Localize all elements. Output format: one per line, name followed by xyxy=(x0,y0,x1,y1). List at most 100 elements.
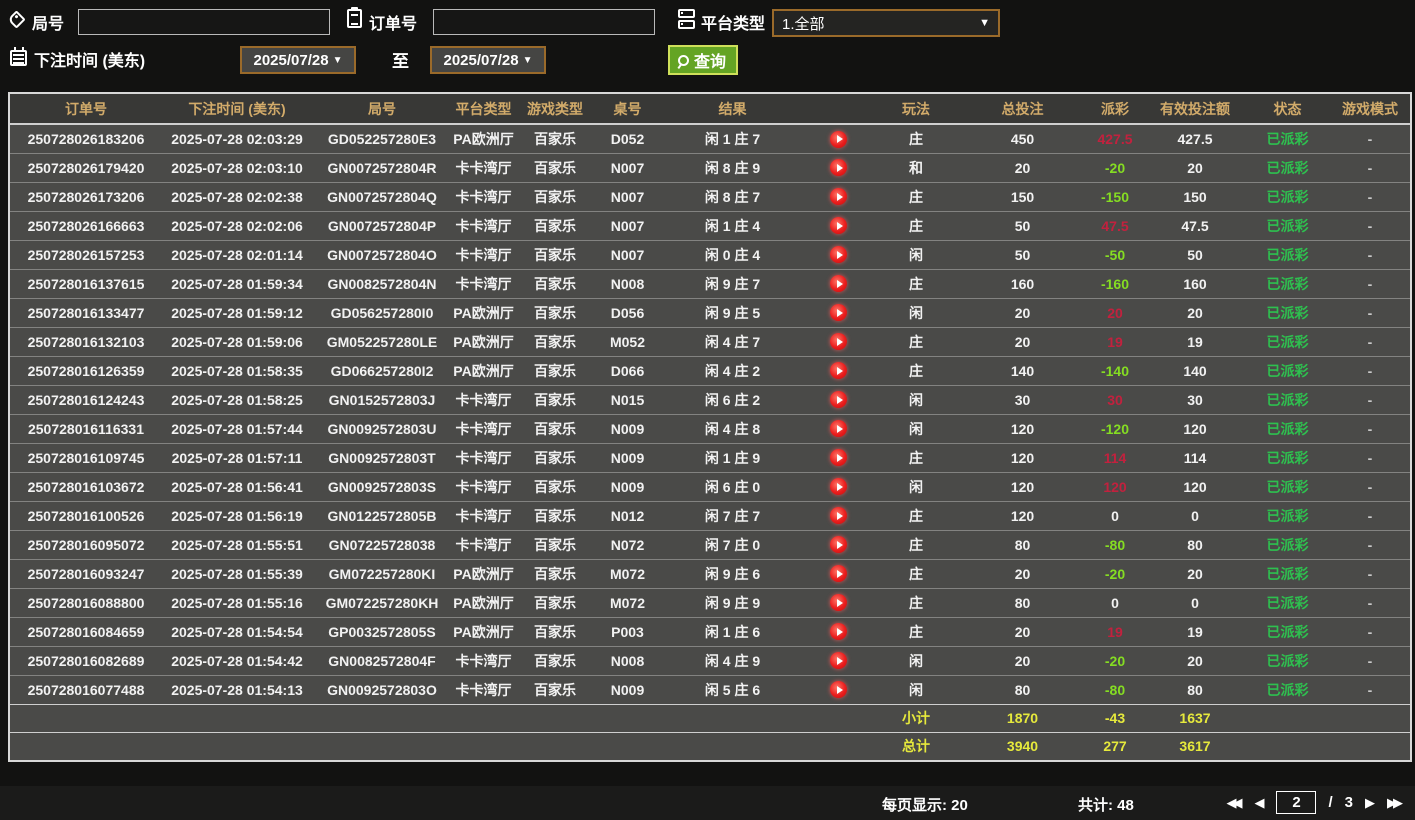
cell-platform-type: 卡卡湾厅 xyxy=(455,159,512,176)
cell-game-mode: - xyxy=(1367,130,1373,147)
play-video-icon[interactable] xyxy=(830,304,847,322)
cell-order-number: 250728016084659 xyxy=(27,623,145,640)
play-video-icon[interactable] xyxy=(830,652,847,670)
play-video-icon[interactable] xyxy=(830,246,847,264)
cell-result: 闲 7 庄 0 xyxy=(704,536,761,553)
table-row: 250728016126359 2025-07-28 01:58:35 GD0662… xyxy=(10,356,1410,385)
cell-game-type: 百家乐 xyxy=(534,478,576,495)
cell-video xyxy=(805,501,872,530)
search-button[interactable]: 查询 xyxy=(668,45,739,75)
cell-total-bet: 20 xyxy=(1014,623,1031,640)
play-video-icon[interactable] xyxy=(830,391,847,409)
date-range-to-label: 至 xyxy=(392,52,409,71)
cell-bet-time: 2025-07-28 01:55:39 xyxy=(171,565,303,582)
table-header-row: 订单号 下注时间 (美东) 局号 平台类型 游戏类型 桌号 结果 玩法 总投注 … xyxy=(10,94,1410,125)
cell-order-number: 250728026183206 xyxy=(27,130,145,147)
cell-game-type: 百家乐 xyxy=(534,304,576,321)
cell-valid-bet: 20 xyxy=(1187,652,1203,669)
cell-payout: -50 xyxy=(1104,246,1126,263)
cell-status: 已派彩 xyxy=(1266,594,1309,611)
cell-platform-type: 卡卡湾厅 xyxy=(455,275,512,292)
cell-game-type: 百家乐 xyxy=(534,159,576,176)
cell-platform-type: 卡卡湾厅 xyxy=(455,449,512,466)
cell-video xyxy=(805,153,872,182)
play-video-icon[interactable] xyxy=(830,275,847,293)
cell-payout: -150 xyxy=(1100,188,1130,205)
play-video-icon[interactable] xyxy=(830,681,847,699)
table-row: 250728026173206 2025-07-28 02:02:38 GN0072… xyxy=(10,182,1410,211)
cell-valid-bet: 20 xyxy=(1187,304,1203,321)
cell-play-method: 闲 xyxy=(909,420,923,437)
table-row: 250728016077488 2025-07-28 01:54:13 GN0092… xyxy=(10,675,1410,704)
play-video-icon[interactable] xyxy=(830,333,847,351)
play-video-icon[interactable] xyxy=(830,478,847,496)
cell-order-number: 250728016116331 xyxy=(27,420,145,437)
table-row: 250728016084659 2025-07-28 01:54:54 GP0032… xyxy=(10,617,1410,646)
round-number-input[interactable] xyxy=(78,9,330,35)
cell-valid-bet: 19 xyxy=(1187,333,1203,350)
play-video-icon[interactable] xyxy=(830,217,847,235)
header-payout: 派彩 xyxy=(1085,94,1145,125)
total-pages: 3 xyxy=(1344,794,1353,811)
cell-status: 已派彩 xyxy=(1266,681,1309,698)
grand-total-total-bet: 3940 xyxy=(1006,738,1039,755)
play-video-icon[interactable] xyxy=(830,565,847,583)
cell-game-mode: - xyxy=(1367,623,1373,640)
platform-type-select[interactable]: 1.全部 ▼ xyxy=(772,9,1000,37)
cell-table-number: M072 xyxy=(609,594,646,611)
first-page-button[interactable]: ◀◀ xyxy=(1226,795,1242,811)
subtotal-total-bet: 1870 xyxy=(1006,710,1039,726)
previous-page-button[interactable]: ◀ xyxy=(1254,795,1264,811)
cell-platform-type: PA欧洲厅 xyxy=(453,130,514,147)
play-video-icon[interactable] xyxy=(830,536,847,554)
cell-total-bet: 20 xyxy=(1014,333,1031,350)
tag-icon xyxy=(7,10,26,29)
cell-game-mode: - xyxy=(1367,536,1373,553)
cell-result: 闲 1 庄 4 xyxy=(704,217,761,234)
cell-round-number: GN0122572805B xyxy=(327,507,437,524)
cell-status: 已派彩 xyxy=(1266,275,1309,292)
play-video-icon[interactable] xyxy=(830,420,847,438)
cell-play-method: 庄 xyxy=(909,333,923,350)
play-video-icon[interactable] xyxy=(830,449,847,467)
cell-order-number: 250728016137615 xyxy=(27,275,145,292)
cell-bet-time: 2025-07-28 01:55:16 xyxy=(171,594,303,611)
next-page-button[interactable]: ▶ xyxy=(1365,795,1375,811)
date-to-picker[interactable]: 2025/07/28 ▼ xyxy=(430,46,546,74)
cell-total-bet: 30 xyxy=(1014,391,1031,408)
cell-platform-type: 卡卡湾厅 xyxy=(455,391,512,408)
play-video-icon[interactable] xyxy=(830,594,847,612)
cell-total-bet: 50 xyxy=(1014,246,1031,263)
cell-status: 已派彩 xyxy=(1266,130,1309,147)
cell-game-mode: - xyxy=(1367,565,1373,582)
play-video-icon[interactable] xyxy=(830,362,847,380)
cell-status: 已派彩 xyxy=(1266,507,1309,524)
cell-order-number: 250728026179420 xyxy=(27,159,145,176)
cell-game-mode: - xyxy=(1367,333,1373,350)
current-page-input[interactable] xyxy=(1276,791,1317,814)
cell-total-bet: 160 xyxy=(1010,275,1035,292)
grand-total-valid-bet: 3617 xyxy=(1179,738,1211,755)
cell-table-number: N008 xyxy=(610,652,645,669)
cell-total-bet: 20 xyxy=(1014,304,1031,321)
cell-round-number: GN0072572804O xyxy=(327,246,437,263)
cell-result: 闲 4 庄 7 xyxy=(704,333,761,350)
cell-payout: 30 xyxy=(1107,391,1123,408)
play-video-icon[interactable] xyxy=(830,623,847,641)
last-page-button[interactable]: ▶▶ xyxy=(1387,795,1403,811)
play-video-icon[interactable] xyxy=(830,130,847,148)
cell-play-method: 庄 xyxy=(909,507,923,524)
cell-status: 已派彩 xyxy=(1266,478,1309,495)
cell-valid-bet: 150 xyxy=(1183,188,1207,205)
date-from-picker[interactable]: 2025/07/28 ▼ xyxy=(240,46,356,74)
filter-bar: 局号 订单号 平台类型 1.全部 ▼ 下注时间 (美东) 2025/07/28 … xyxy=(0,0,1415,92)
play-video-icon[interactable] xyxy=(830,188,847,206)
play-video-icon[interactable] xyxy=(830,159,847,177)
play-video-icon[interactable] xyxy=(830,507,847,525)
cell-order-number: 250728026166663 xyxy=(27,217,145,234)
order-number-input[interactable] xyxy=(433,9,655,35)
cell-payout: 19 xyxy=(1107,623,1123,640)
header-result: 结果 xyxy=(660,94,805,125)
cell-status: 已派彩 xyxy=(1266,159,1309,176)
per-page-value: 20 xyxy=(951,797,968,814)
